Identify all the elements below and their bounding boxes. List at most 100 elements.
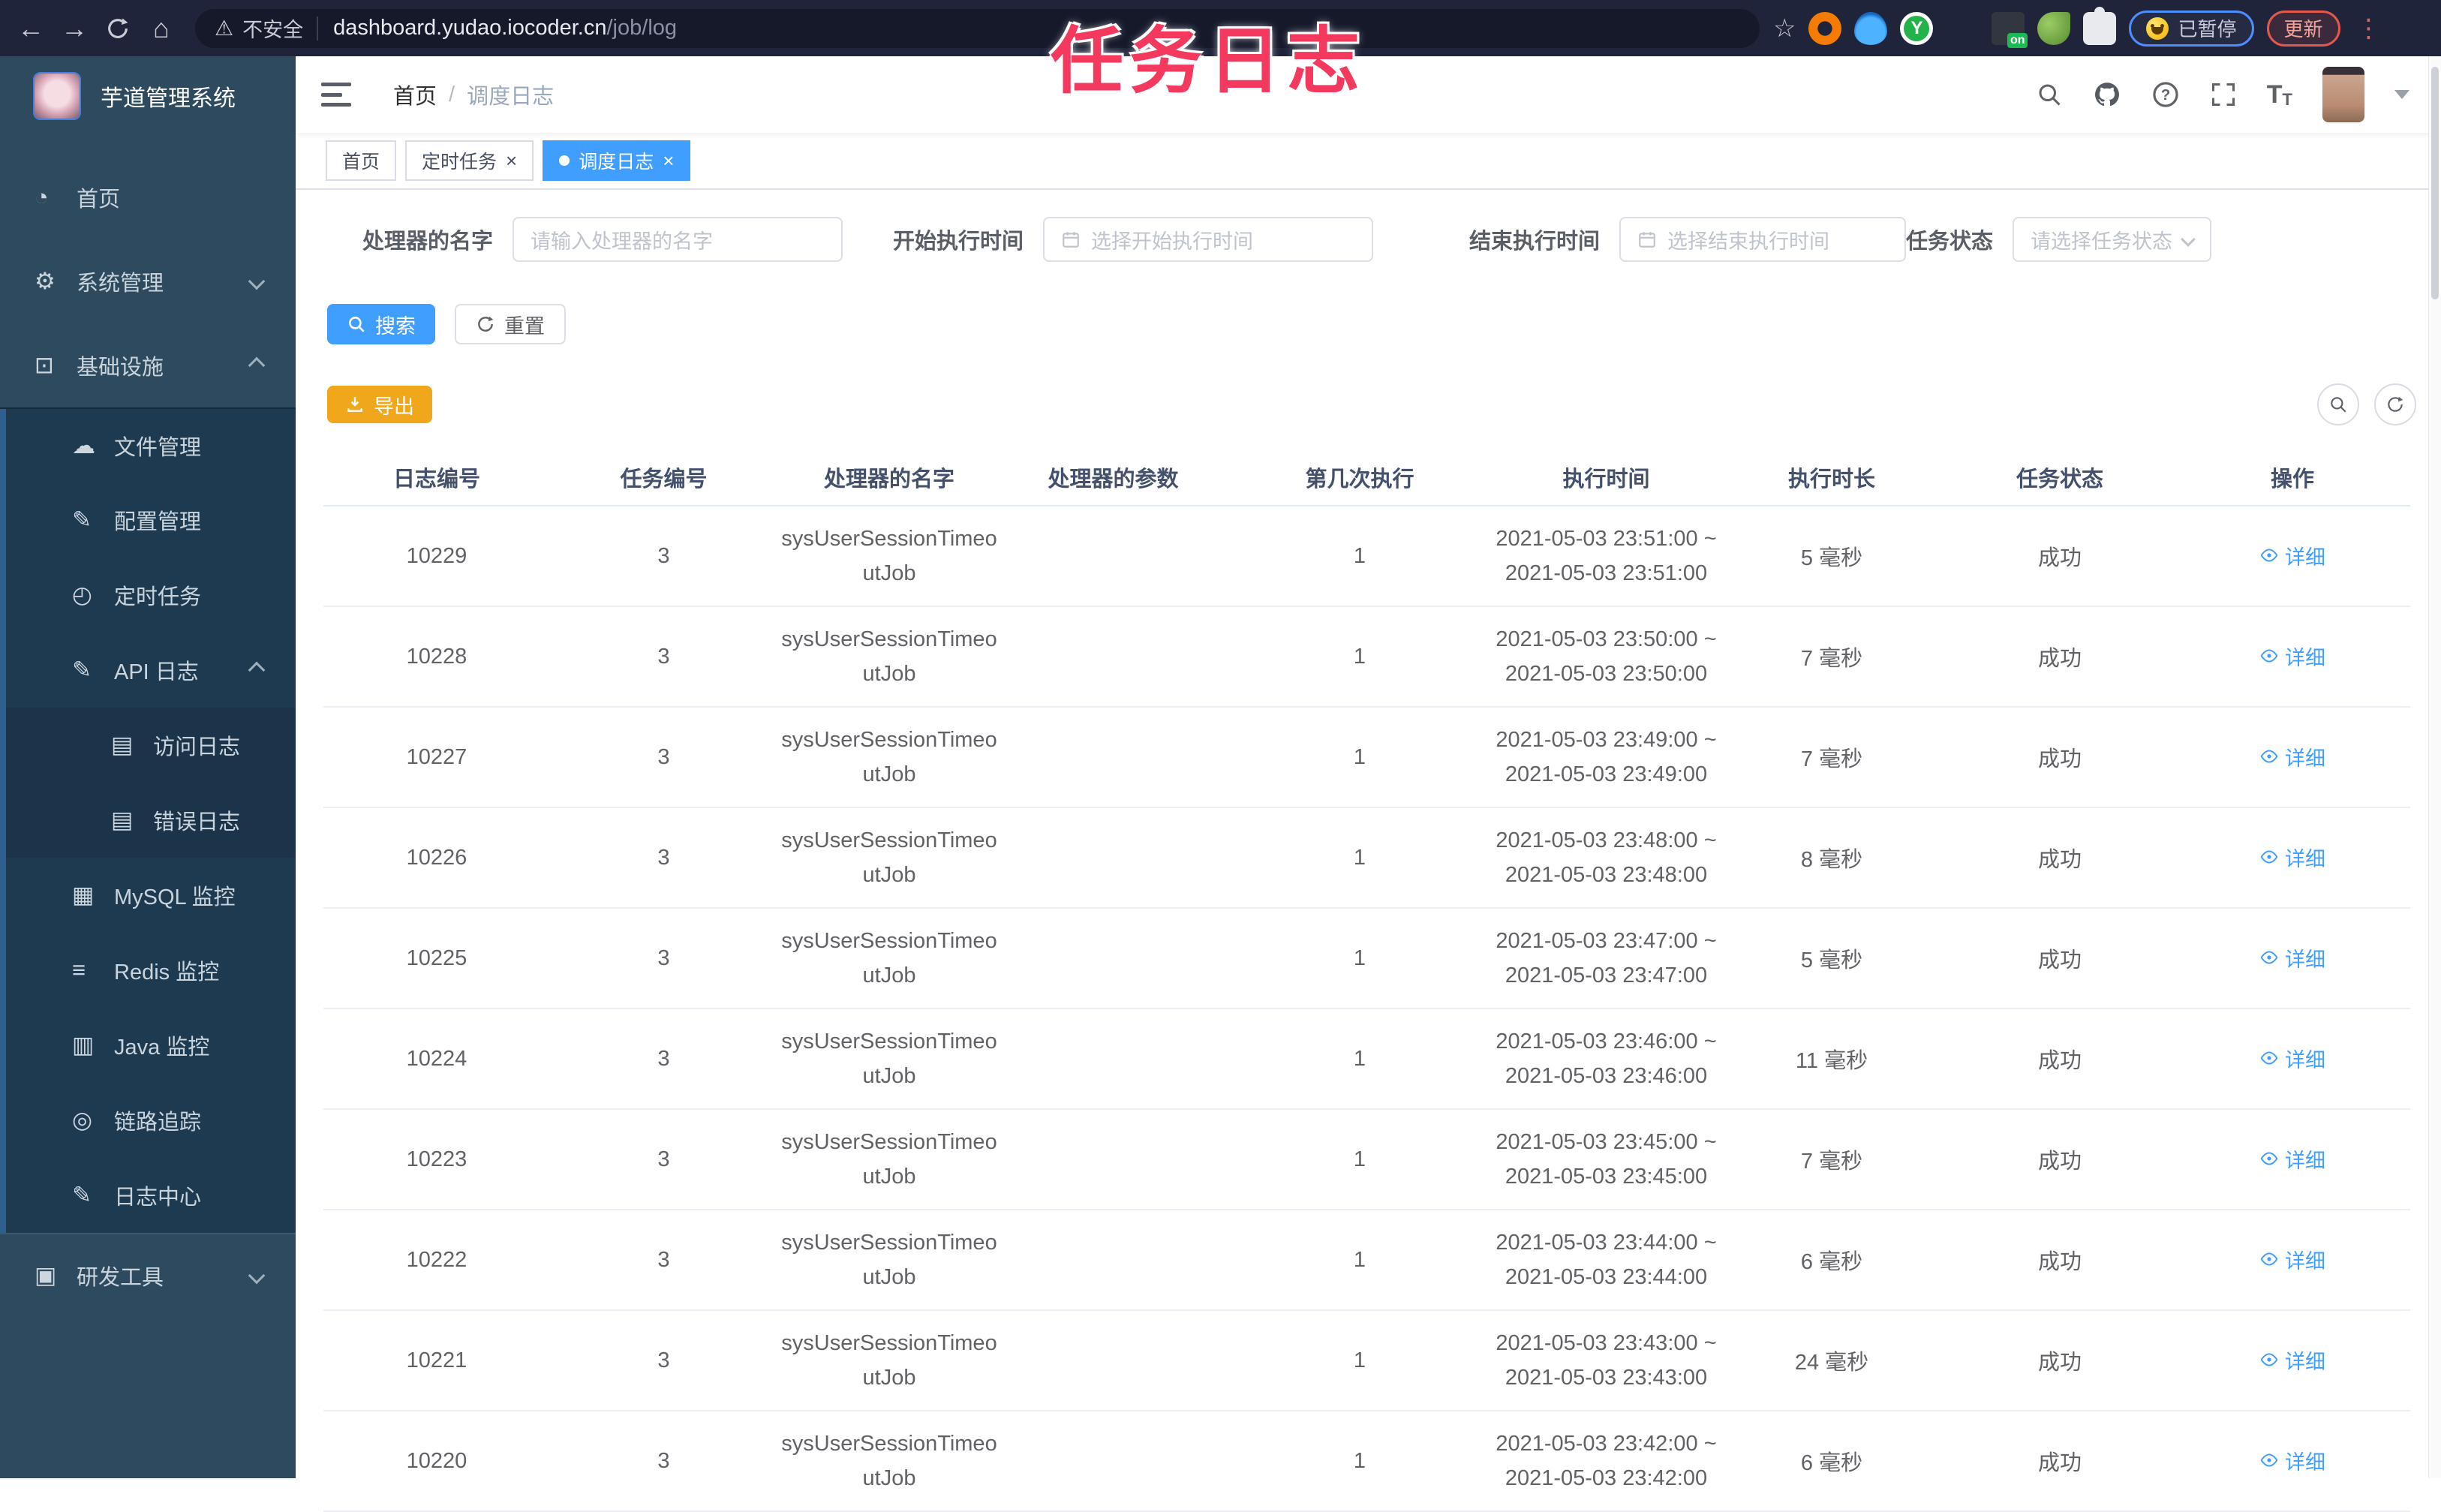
filter-input[interactable]: 请选择任务状态 (2013, 217, 2211, 262)
sidebar-item[interactable]: ▤ 错误日志 (0, 783, 296, 858)
detail-link[interactable]: 详细 (2259, 943, 2325, 972)
help-icon[interactable]: ? (2151, 80, 2180, 109)
update-badge[interactable]: 更新 (2267, 11, 2340, 47)
cell-exec-time: 2021-05-03 23:51:00 ~ 2021-05-03 23:51:0… (1494, 506, 1718, 606)
tab[interactable]: 定时任务 × (405, 140, 534, 181)
chevron-icon (248, 273, 266, 290)
cell-exec-time: 2021-05-03 23:42:00 ~ 2021-05-03 23:42:0… (1494, 1411, 1718, 1511)
scrollbar-thumb[interactable] (2431, 67, 2439, 299)
extension-drop-icon[interactable] (1854, 12, 1887, 45)
sidebar-item[interactable]: ▤ 访问日志 (0, 708, 296, 783)
detail-link[interactable]: 详细 (2259, 1144, 2325, 1174)
avatar[interactable] (2322, 67, 2364, 122)
close-icon[interactable]: × (663, 151, 674, 170)
sidebar-item[interactable]: ✎ 日志中心 (0, 1158, 296, 1233)
cell-handler: sysUserSessionTimeoutJob (777, 606, 1001, 707)
filter-label: 结束执行时间 (1469, 224, 1600, 255)
divider (317, 17, 318, 41)
tab[interactable]: 调度日志 × (543, 140, 690, 181)
page-scrollbar[interactable] (2428, 56, 2441, 1478)
paused-badge[interactable]: 已暂停 (2129, 11, 2253, 47)
sidebar-item[interactable]: ☁ 文件管理 (0, 407, 296, 482)
menu-kebab-icon[interactable]: ⋮ (2356, 23, 2382, 34)
gear-icon: ⚙ (35, 268, 77, 295)
extension-leaf-icon[interactable] (2037, 12, 2070, 45)
fullscreen-icon[interactable] (2210, 81, 2237, 108)
tab[interactable]: 首页 (326, 140, 396, 181)
breadcrumb-home-link[interactable]: 首页 (393, 79, 437, 110)
github-icon[interactable] (2093, 80, 2121, 109)
sidebar-item-label: MySQL 监控 (114, 879, 236, 911)
filter-group: 结束执行时间 选择结束执行时间 (1469, 217, 1906, 262)
table-row: 10228 3 sysUserSessionTimeoutJob 1 2021-… (323, 606, 2410, 707)
cell-status: 成功 (1945, 1411, 2175, 1511)
extension-y-icon[interactable]: Y (1900, 12, 1933, 45)
font-size-icon[interactable]: TT (2267, 80, 2292, 110)
cell-duration: 6 毫秒 (1718, 1210, 1945, 1310)
reload-icon[interactable] (96, 16, 140, 41)
detail-link[interactable]: 详细 (2259, 843, 2325, 872)
extension-orange-icon[interactable] (1808, 12, 1841, 45)
cell-param (1001, 1009, 1225, 1109)
detail-link[interactable]: 详细 (2259, 1446, 2325, 1475)
cell-duration: 5 毫秒 (1718, 908, 1945, 1009)
sidebar-item[interactable]: ▣ 研发工具 (0, 1233, 296, 1317)
column-header: 执行时长 (1718, 449, 1945, 506)
export-button[interactable]: 导出 (327, 386, 432, 423)
detail-link[interactable]: 详细 (2259, 541, 2325, 570)
sidebar-item[interactable]: ≡ Redis 监控 (0, 933, 296, 1008)
filter-input[interactable]: 选择结束执行时间 (1619, 217, 1906, 262)
filter-input[interactable]: 选择开始执行时间 (1043, 217, 1373, 262)
breadcrumb-separator: / (449, 83, 455, 107)
refresh-button[interactable] (2374, 383, 2416, 425)
extension-proxy-icon[interactable]: on (1992, 12, 2025, 45)
cloud-upload-icon: ☁ (72, 432, 114, 459)
sidebar-item[interactable]: ⊡ 基础设施 (0, 323, 296, 407)
sidebar-item[interactable]: ✎ 配置管理 (0, 482, 296, 558)
search-button[interactable]: 搜索 (327, 304, 435, 344)
extension-puzzle-icon[interactable] (2083, 12, 2116, 45)
back-icon[interactable]: ← (9, 13, 53, 44)
cell-job-id: 3 (550, 1310, 777, 1411)
sidebar-item[interactable]: ✎ API 日志 (0, 633, 296, 708)
forward-icon[interactable]: → (53, 13, 96, 44)
extension-grid-icon[interactable] (1946, 12, 1979, 45)
sidebar-item[interactable]: ◔ 首页 (0, 155, 296, 239)
sidebar-collapse-icon[interactable] (321, 83, 351, 107)
bookmark-star-icon[interactable]: ☆ (1773, 14, 1796, 44)
sidebar-item-label: 定时任务 (114, 579, 201, 611)
detail-link[interactable]: 详细 (2259, 1044, 2325, 1073)
detail-link[interactable]: 详细 (2259, 642, 2325, 671)
annotation-watermark: 任务日志 (1051, 2, 1366, 107)
reset-button[interactable]: 重置 (455, 304, 566, 344)
active-dot-icon (559, 155, 570, 166)
dashboard-icon: ◔ (35, 184, 77, 211)
sidebar-item[interactable]: ▦ MySQL 监控 (0, 858, 296, 933)
detail-link[interactable]: 详细 (2259, 1245, 2325, 1274)
cell-log-id: 10222 (323, 1210, 550, 1310)
access-log-icon: ▤ (111, 732, 153, 759)
detail-link[interactable]: 详细 (2259, 1345, 2325, 1375)
sidebar-item-label: 错误日志 (153, 804, 240, 836)
cell-exec-time: 2021-05-03 23:44:00 ~ 2021-05-03 23:44:0… (1494, 1210, 1718, 1310)
sidebar-item-label: Java 监控 (114, 1030, 209, 1061)
filter-input[interactable]: 请输入处理器的名字 (513, 217, 843, 262)
sidebar-item[interactable]: ⚙ 系统管理 (0, 239, 296, 323)
detail-link[interactable]: 详细 (2259, 742, 2325, 771)
cell-job-id: 3 (550, 1210, 777, 1310)
toggle-search-button[interactable] (2317, 383, 2359, 425)
close-icon[interactable]: × (506, 151, 517, 170)
search-icon[interactable] (2036, 81, 2063, 108)
sidebar-item[interactable]: ▥ Java 监控 (0, 1008, 296, 1083)
sidebar-item-label: 文件管理 (114, 430, 201, 461)
timer-icon: ◴ (72, 582, 114, 609)
address-bar[interactable]: ⚠ 不安全 dashboard.yudao.iocoder.cn/job/log (195, 9, 1760, 48)
insecure-warning-icon: ⚠ (215, 16, 233, 41)
cell-handler: sysUserSessionTimeoutJob (777, 1310, 1001, 1411)
home-icon[interactable]: ⌂ (140, 13, 183, 44)
sidebar-item[interactable]: ◴ 定时任务 (0, 558, 296, 633)
cell-log-id: 10224 (323, 1009, 550, 1109)
sidebar-item-label: 配置管理 (114, 504, 201, 536)
chevron-down-icon[interactable] (2394, 90, 2409, 99)
sidebar-item[interactable]: ◎ 链路追踪 (0, 1083, 296, 1158)
